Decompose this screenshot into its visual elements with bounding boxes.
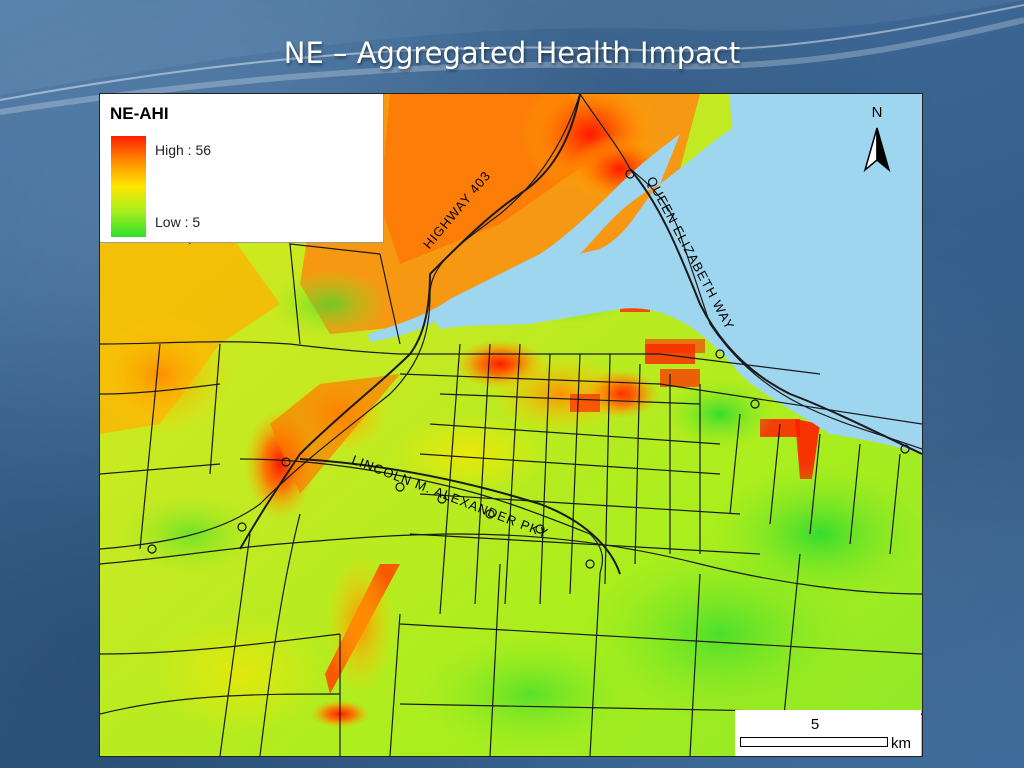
zone-northwest-green: [270, 269, 390, 339]
health-impact-map[interactable]: HIGHWAY 403 QUEEN ELIZABETH WAY LINCOLN …: [99, 93, 923, 757]
north-arrow: N: [860, 104, 894, 176]
zone-south-green-2: [420, 634, 640, 754]
zone-southwest-yellow: [150, 614, 330, 734]
legend-color-ramp: [111, 136, 146, 237]
slide-title: NE – Aggregated Health Impact: [283, 36, 741, 70]
scale-bar-graphic: [740, 737, 888, 747]
scale-bar: 5 km: [735, 710, 921, 756]
legend-high-label: High : 56: [155, 142, 212, 158]
zone-east-green: [665, 379, 775, 449]
zone-south-warm: [325, 554, 395, 694]
scale-value: 5: [810, 716, 820, 733]
legend-low-label: Low : 5: [155, 214, 201, 230]
hotspot-industrial-3: [570, 394, 600, 412]
north-arrow-icon: [863, 127, 891, 173]
map-legend: NE-AHI High : 56 Low : 5: [100, 94, 384, 243]
scale-unit: km: [891, 735, 911, 752]
hotspot-harbour-2: [645, 339, 705, 353]
legend-title: NE-AHI: [110, 104, 169, 123]
